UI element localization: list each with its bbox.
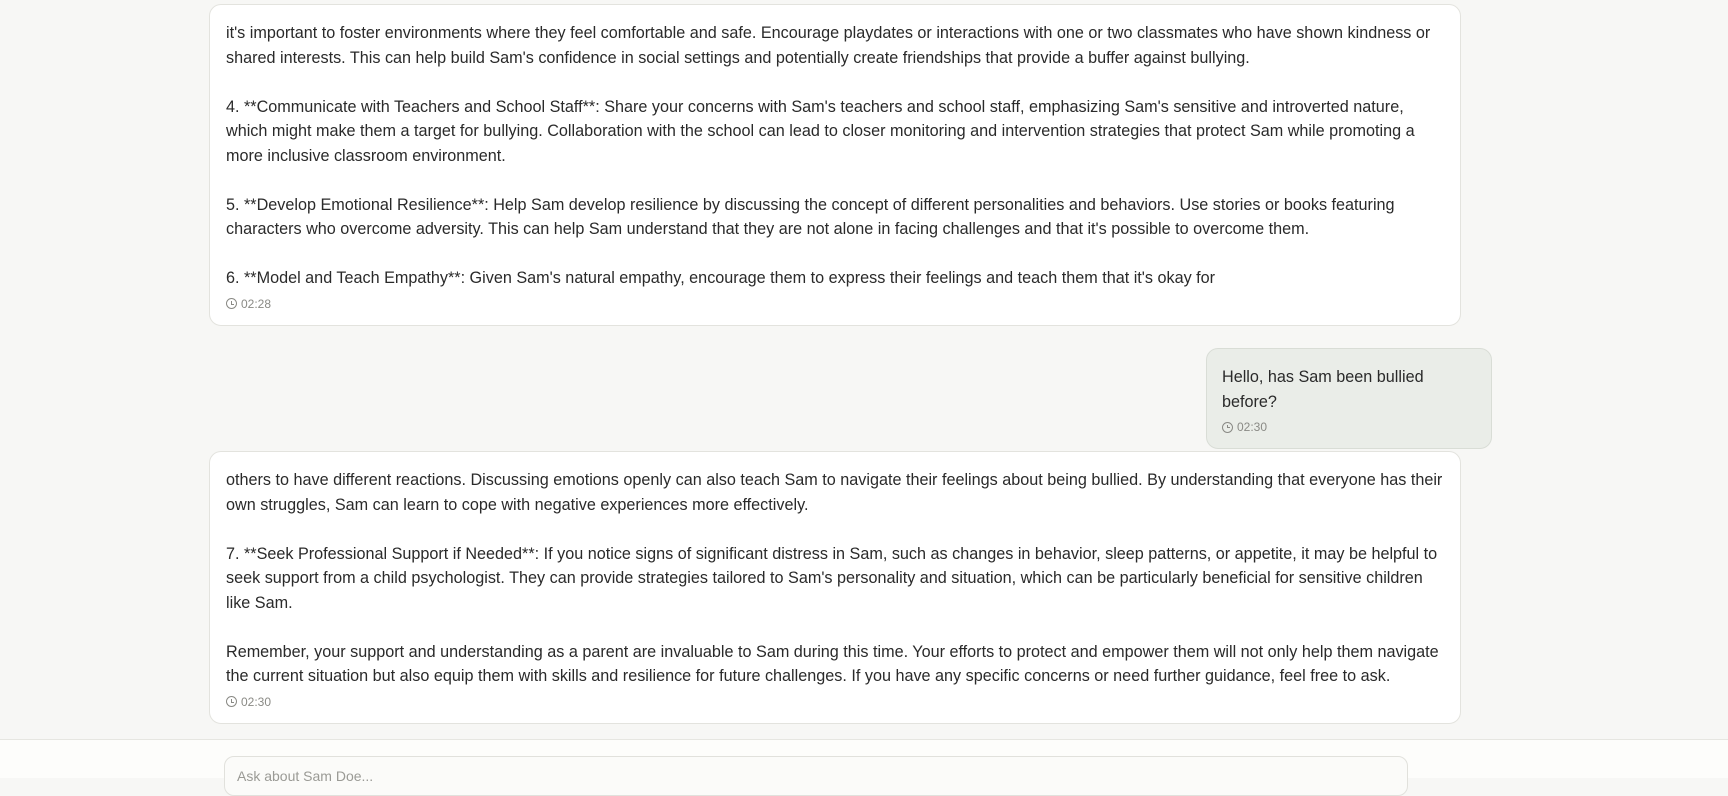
clock-icon: [226, 298, 237, 309]
message-timestamp: 02:30: [1222, 420, 1476, 434]
message-paragraph: others to have different reactions. Disc…: [226, 471, 1447, 514]
message-paragraph: 6. **Model and Teach Empathy**: Given Sa…: [226, 269, 1216, 287]
clock-icon: [1222, 421, 1233, 433]
clock-icon: [226, 696, 237, 707]
message-timestamp: 02:28: [226, 297, 1444, 311]
message-paragraph: 7. **Seek Professional Support if Needed…: [226, 544, 1442, 612]
assistant-message: others to have different reactions. Disc…: [209, 451, 1461, 724]
message-paragraph: 4. **Communicate with Teachers and Schoo…: [226, 97, 1420, 165]
composer-bar: [0, 739, 1728, 796]
timestamp-text: 02:30: [241, 694, 272, 709]
message-paragraph: it's important to foster environments wh…: [226, 24, 1435, 67]
message-paragraph: 5. **Develop Emotional Resilience**: Hel…: [226, 195, 1400, 239]
message-paragraph: Remember, your support and understanding…: [226, 642, 1444, 686]
timestamp-text: 02:30: [1237, 420, 1268, 434]
chat-input[interactable]: [224, 756, 1408, 796]
timestamp-text: 02:28: [241, 296, 272, 311]
chat-message-list[interactable]: it's important to foster environments wh…: [0, 0, 1728, 740]
message-paragraph: Hello, has Sam been bullied before?: [1222, 368, 1429, 411]
message-timestamp: 02:30: [226, 695, 1444, 709]
assistant-message: it's important to foster environments wh…: [209, 4, 1461, 326]
user-message: Hello, has Sam been bullied before? 02:3…: [1206, 348, 1492, 449]
